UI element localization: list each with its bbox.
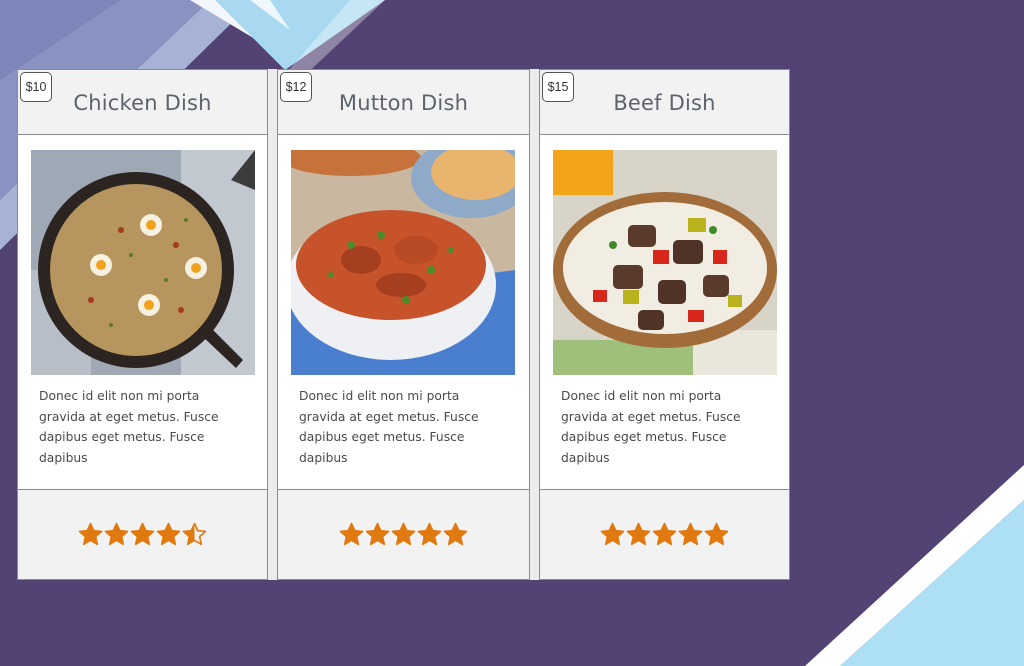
star-full-icon	[443, 522, 468, 546]
star-full-icon	[678, 522, 703, 546]
beef-dish-photo	[553, 150, 777, 375]
price-badge: $15	[542, 72, 574, 102]
star-rating	[339, 522, 468, 547]
star-rating	[78, 522, 207, 547]
star-full-icon	[156, 522, 181, 546]
card-footer	[540, 489, 789, 579]
star-full-icon	[130, 522, 155, 546]
mutton-dish-photo	[291, 150, 515, 375]
card-title: Chicken Dish	[73, 91, 212, 115]
card-description: Donec id elit non mi porta gravida at eg…	[299, 389, 479, 465]
price-badge: $12	[280, 72, 312, 102]
card-title: Mutton Dish	[338, 91, 469, 115]
card-footer	[18, 489, 267, 579]
star-full-icon	[78, 522, 103, 546]
star-full-icon	[600, 522, 625, 546]
card-description: Donec id elit non mi porta gravida at eg…	[561, 389, 741, 465]
card-description: Donec id elit non mi porta gravida at eg…	[39, 389, 219, 465]
card-chicken-dish[interactable]: Chicken Dish $10 Donec id elit non mi po…	[17, 69, 268, 580]
card-footer	[278, 489, 529, 579]
star-full-icon	[339, 522, 364, 546]
card-header: Chicken Dish	[18, 70, 267, 135]
card-header: Mutton Dish	[278, 70, 529, 135]
star-full-icon	[704, 522, 729, 546]
card-mutton-dish[interactable]: Mutton Dish $12 Donec id elit non mi por…	[277, 69, 530, 580]
price-badge: $10	[20, 72, 52, 102]
star-half-icon	[182, 522, 207, 546]
star-rating	[600, 522, 729, 547]
star-full-icon	[652, 522, 677, 546]
card-grid: Chicken Dish $10 Donec id elit non mi po…	[17, 69, 790, 580]
star-full-icon	[626, 522, 651, 546]
card-title: Beef Dish	[613, 91, 716, 115]
star-full-icon	[365, 522, 390, 546]
star-full-icon	[391, 522, 416, 546]
chicken-dish-photo	[31, 150, 255, 375]
star-full-icon	[104, 522, 129, 546]
card-header: Beef Dish	[540, 70, 789, 135]
star-full-icon	[417, 522, 442, 546]
card-beef-dish[interactable]: Beef Dish $15 Donec id elit non mi porta…	[539, 69, 790, 580]
